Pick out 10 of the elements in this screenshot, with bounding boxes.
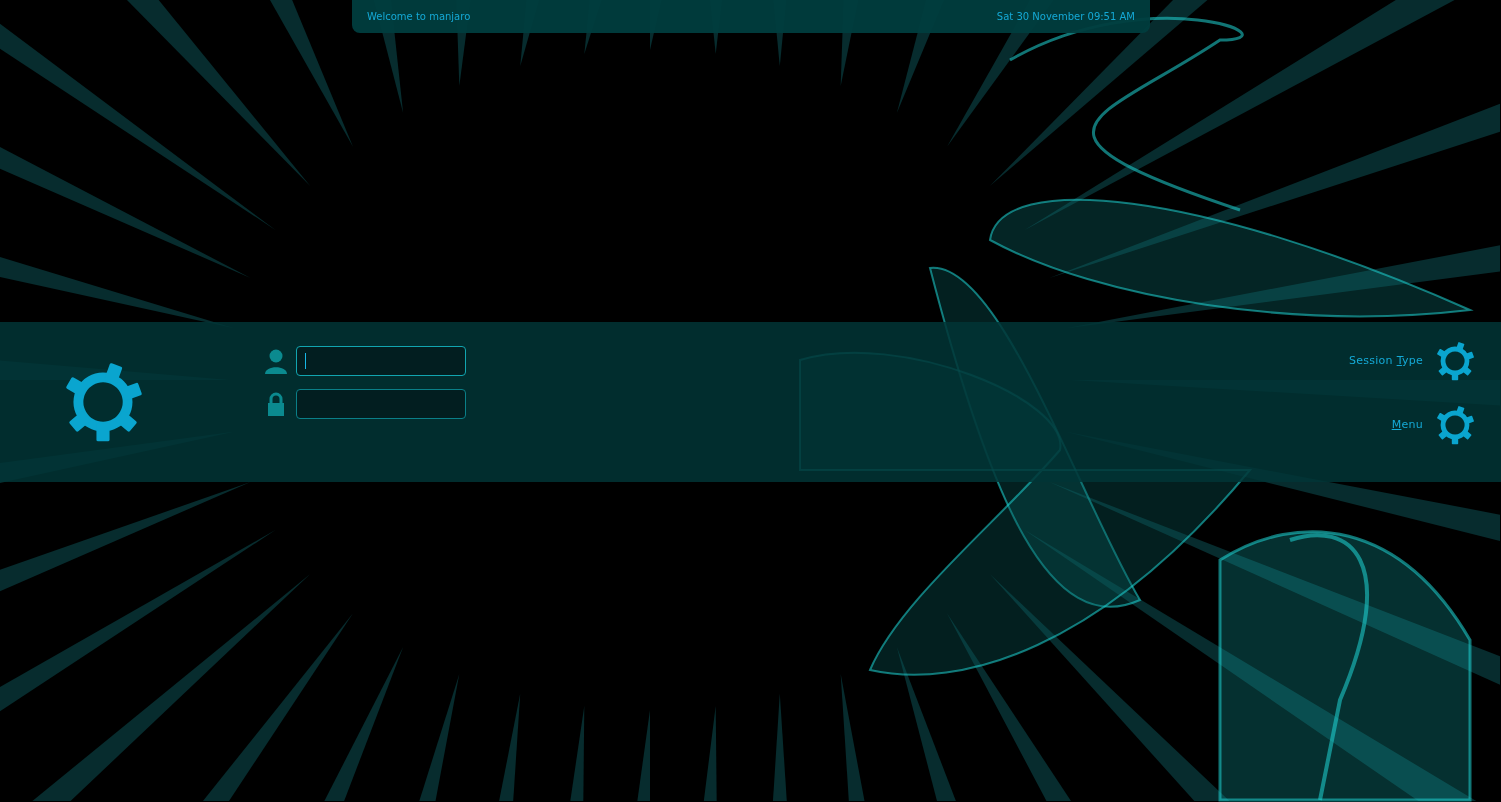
lock-icon <box>267 391 285 416</box>
gear-icon <box>1435 341 1475 381</box>
session-type-button[interactable]: Session Type <box>1348 352 1423 370</box>
gear-icon <box>1435 405 1475 445</box>
password-field[interactable] <box>296 388 466 419</box>
username-field[interactable] <box>296 345 466 376</box>
menu-button[interactable]: Menu <box>1391 416 1423 434</box>
welcome-text: Welcome to manjaro <box>367 10 471 24</box>
clock-text: Sat 30 November 09:51 AM <box>996 10 1135 24</box>
user-icon <box>264 347 288 374</box>
